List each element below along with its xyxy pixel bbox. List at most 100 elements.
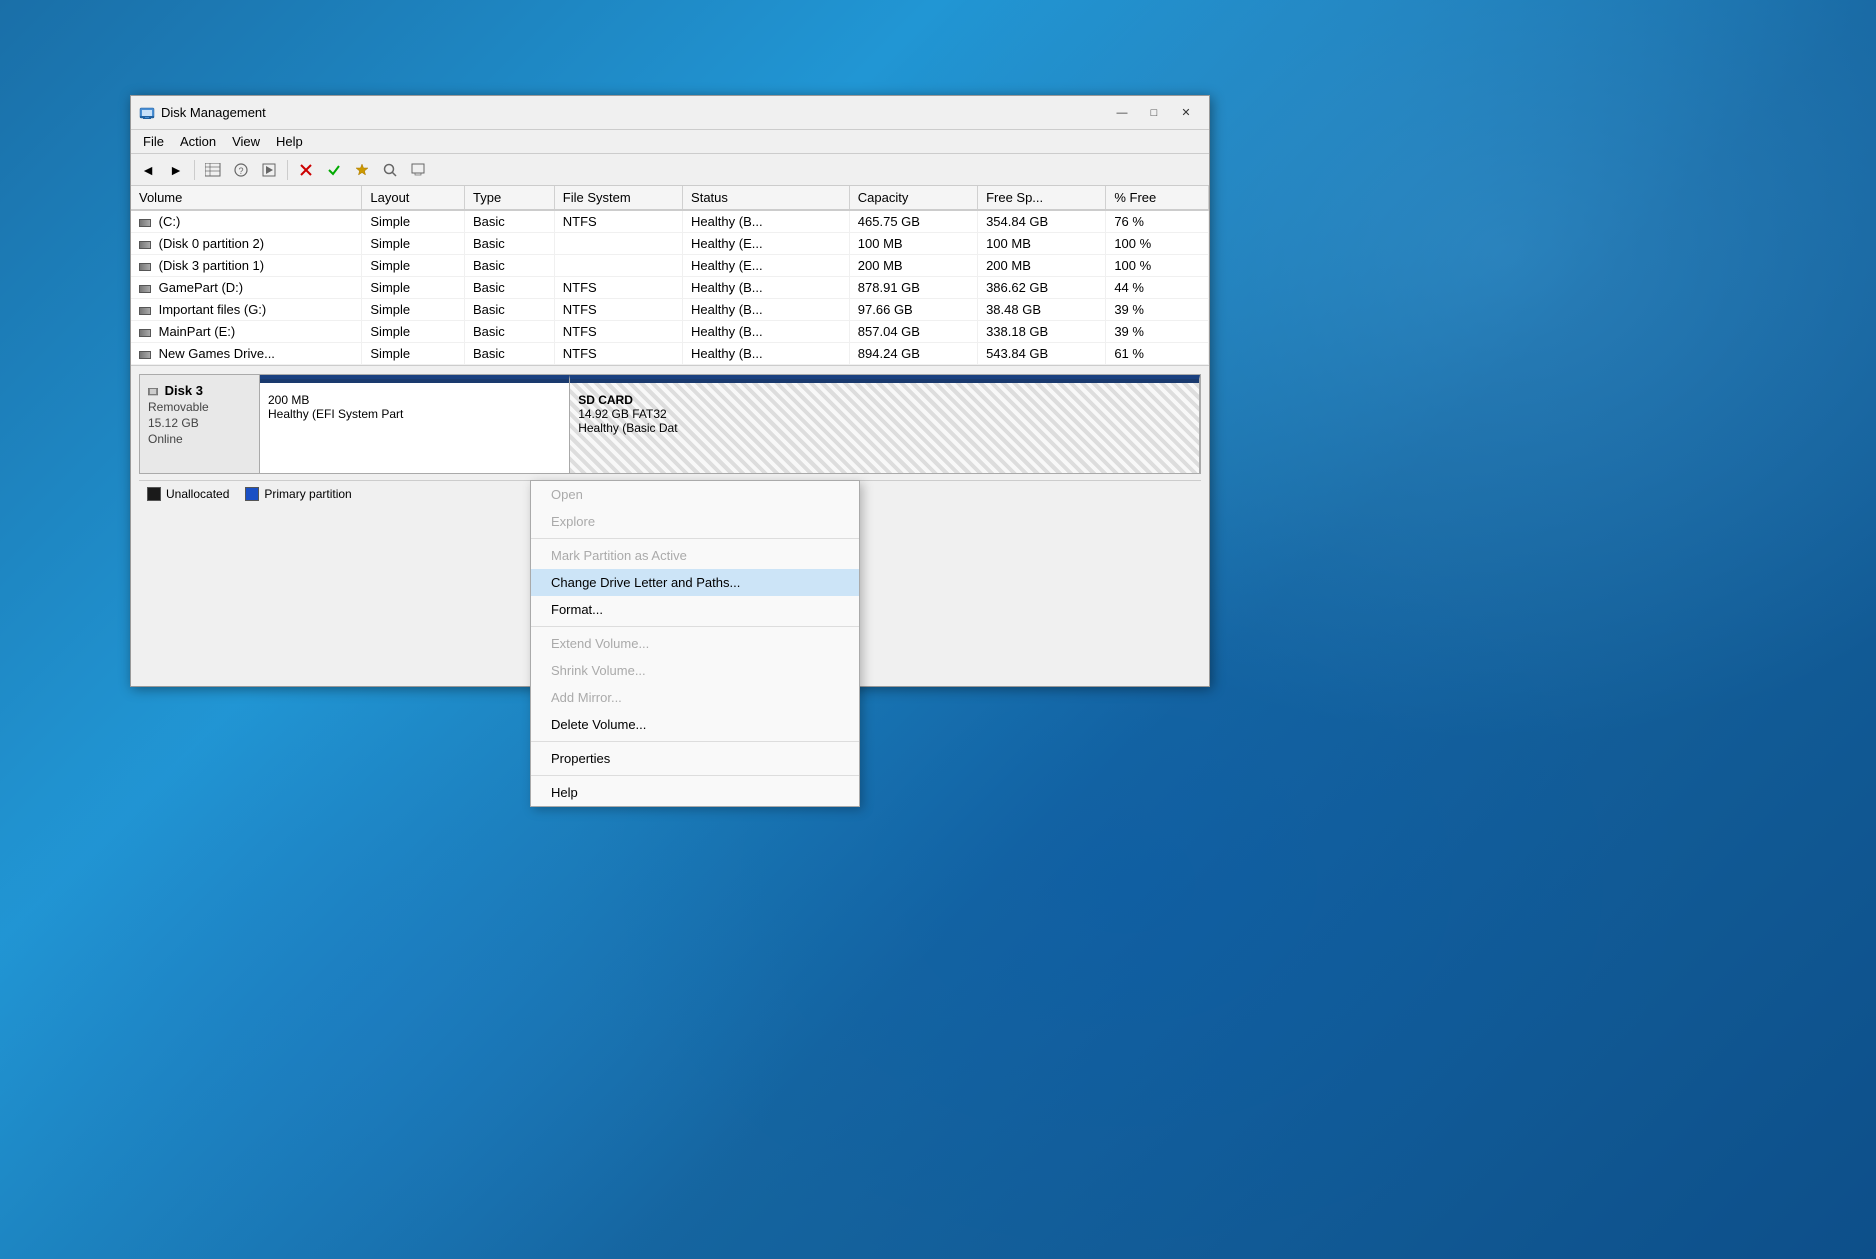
ctx-item-extend-volume---: Extend Volume... [531, 630, 859, 657]
col-free[interactable]: Free Sp... [978, 186, 1106, 210]
toolbar-back[interactable]: ◄ [135, 158, 161, 182]
ctx-item-delete-volume---[interactable]: Delete Volume... [531, 711, 859, 738]
toolbar-sep1 [194, 160, 195, 180]
ctx-item-explore: Explore [531, 508, 859, 535]
cell-volume: (Disk 3 partition 1) [131, 255, 362, 277]
volume-table: Volume Layout Type File System Status Ca… [131, 186, 1209, 366]
disk3-partitions: 200 MB Healthy (EFI System Part SD CARD … [260, 375, 1200, 473]
cell-volume: Important files (G:) [131, 299, 362, 321]
toolbar-play[interactable] [256, 158, 282, 182]
menu-file[interactable]: File [135, 132, 172, 151]
menu-help[interactable]: Help [268, 132, 311, 151]
col-status[interactable]: Status [683, 186, 850, 210]
cell-pct: 76 % [1106, 210, 1209, 233]
table-row[interactable]: New Games Drive... Simple Basic NTFS Hea… [131, 343, 1209, 365]
close-button[interactable]: ✕ [1171, 103, 1201, 123]
cell-type: Basic [465, 255, 555, 277]
cell-status: Healthy (B... [683, 277, 850, 299]
cell-capacity: 97.66 GB [849, 299, 977, 321]
disk3-type: Removable [148, 400, 251, 414]
efi-size: 200 MB [268, 393, 561, 407]
cell-type: Basic [465, 343, 555, 365]
toolbar-sep2 [287, 160, 288, 180]
col-layout[interactable]: Layout [362, 186, 465, 210]
toolbar-search[interactable] [377, 158, 403, 182]
toolbar-star[interactable] [349, 158, 375, 182]
ctx-item-help[interactable]: Help [531, 779, 859, 806]
col-fs[interactable]: File System [554, 186, 682, 210]
ctx-separator [531, 775, 859, 776]
legend-primary-box [245, 487, 259, 501]
window-icon [139, 105, 155, 121]
sd-status: Healthy (Basic Dat [578, 421, 1191, 435]
ctx-item-add-mirror---: Add Mirror... [531, 684, 859, 711]
cell-fs [554, 255, 682, 277]
ctx-item-format---[interactable]: Format... [531, 596, 859, 623]
cell-type: Basic [465, 277, 555, 299]
cell-type: Basic [465, 299, 555, 321]
menu-bar: File Action View Help [131, 130, 1209, 154]
ctx-item-mark-partition-as-active: Mark Partition as Active [531, 542, 859, 569]
cell-fs: NTFS [554, 321, 682, 343]
legend-unallocated: Unallocated [147, 487, 229, 501]
cell-capacity: 200 MB [849, 255, 977, 277]
cell-type: Basic [465, 321, 555, 343]
ctx-item-properties[interactable]: Properties [531, 745, 859, 772]
table-row[interactable]: MainPart (E:) Simple Basic NTFS Healthy … [131, 321, 1209, 343]
cell-layout: Simple [362, 299, 465, 321]
toolbar-check[interactable] [321, 158, 347, 182]
col-capacity[interactable]: Capacity [849, 186, 977, 210]
cell-layout: Simple [362, 343, 465, 365]
cell-capacity: 894.24 GB [849, 343, 977, 365]
ctx-separator [531, 538, 859, 539]
maximize-button[interactable]: □ [1139, 103, 1169, 123]
cell-layout: Simple [362, 277, 465, 299]
table-row[interactable]: (C:) Simple Basic NTFS Healthy (B... 465… [131, 210, 1209, 233]
table-row[interactable]: Important files (G:) Simple Basic NTFS H… [131, 299, 1209, 321]
cell-free: 386.62 GB [978, 277, 1106, 299]
cell-free: 38.48 GB [978, 299, 1106, 321]
legend-unallocated-box [147, 487, 161, 501]
cell-fs: NTFS [554, 299, 682, 321]
table-row[interactable]: (Disk 0 partition 2) Simple Basic Health… [131, 233, 1209, 255]
cell-pct: 61 % [1106, 343, 1209, 365]
cell-status: Healthy (E... [683, 255, 850, 277]
efi-header-bar [260, 379, 569, 383]
window-controls: — □ ✕ [1107, 103, 1201, 123]
col-type[interactable]: Type [465, 186, 555, 210]
toolbar-grid[interactable] [200, 158, 226, 182]
ctx-item-shrink-volume---: Shrink Volume... [531, 657, 859, 684]
cell-layout: Simple [362, 233, 465, 255]
partition-sdcard[interactable]: SD CARD 14.92 GB FAT32 Healthy (Basic Da… [570, 375, 1200, 473]
sd-name: SD CARD [578, 393, 1191, 407]
cell-status: Healthy (E... [683, 233, 850, 255]
sd-header-bar [570, 379, 1199, 383]
toolbar-help[interactable]: ? [228, 158, 254, 182]
cell-free: 543.84 GB [978, 343, 1106, 365]
ctx-separator [531, 741, 859, 742]
cell-layout: Simple [362, 321, 465, 343]
efi-status: Healthy (EFI System Part [268, 407, 561, 421]
minimize-button[interactable]: — [1107, 103, 1137, 123]
cell-volume: (C:) [131, 210, 362, 233]
cell-capacity: 465.75 GB [849, 210, 977, 233]
toolbar-forward[interactable]: ► [163, 158, 189, 182]
menu-view[interactable]: View [224, 132, 268, 151]
col-volume[interactable]: Volume [131, 186, 362, 210]
legend-unallocated-label: Unallocated [166, 487, 229, 501]
cell-capacity: 878.91 GB [849, 277, 977, 299]
menu-action[interactable]: Action [172, 132, 224, 151]
partition-efi[interactable]: 200 MB Healthy (EFI System Part [260, 375, 570, 473]
col-pct[interactable]: % Free [1106, 186, 1209, 210]
toolbar-display[interactable] [405, 158, 431, 182]
sd-size: 14.92 GB FAT32 [578, 407, 1191, 421]
svg-text:?: ? [238, 166, 243, 176]
table-row[interactable]: (Disk 3 partition 1) Simple Basic Health… [131, 255, 1209, 277]
ctx-item-change-drive-letter-and-paths---[interactable]: Change Drive Letter and Paths... [531, 569, 859, 596]
toolbar-delete[interactable] [293, 158, 319, 182]
cell-fs [554, 233, 682, 255]
cell-layout: Simple [362, 210, 465, 233]
table-row[interactable]: GamePart (D:) Simple Basic NTFS Healthy … [131, 277, 1209, 299]
cell-layout: Simple [362, 255, 465, 277]
cell-volume: New Games Drive... [131, 343, 362, 365]
